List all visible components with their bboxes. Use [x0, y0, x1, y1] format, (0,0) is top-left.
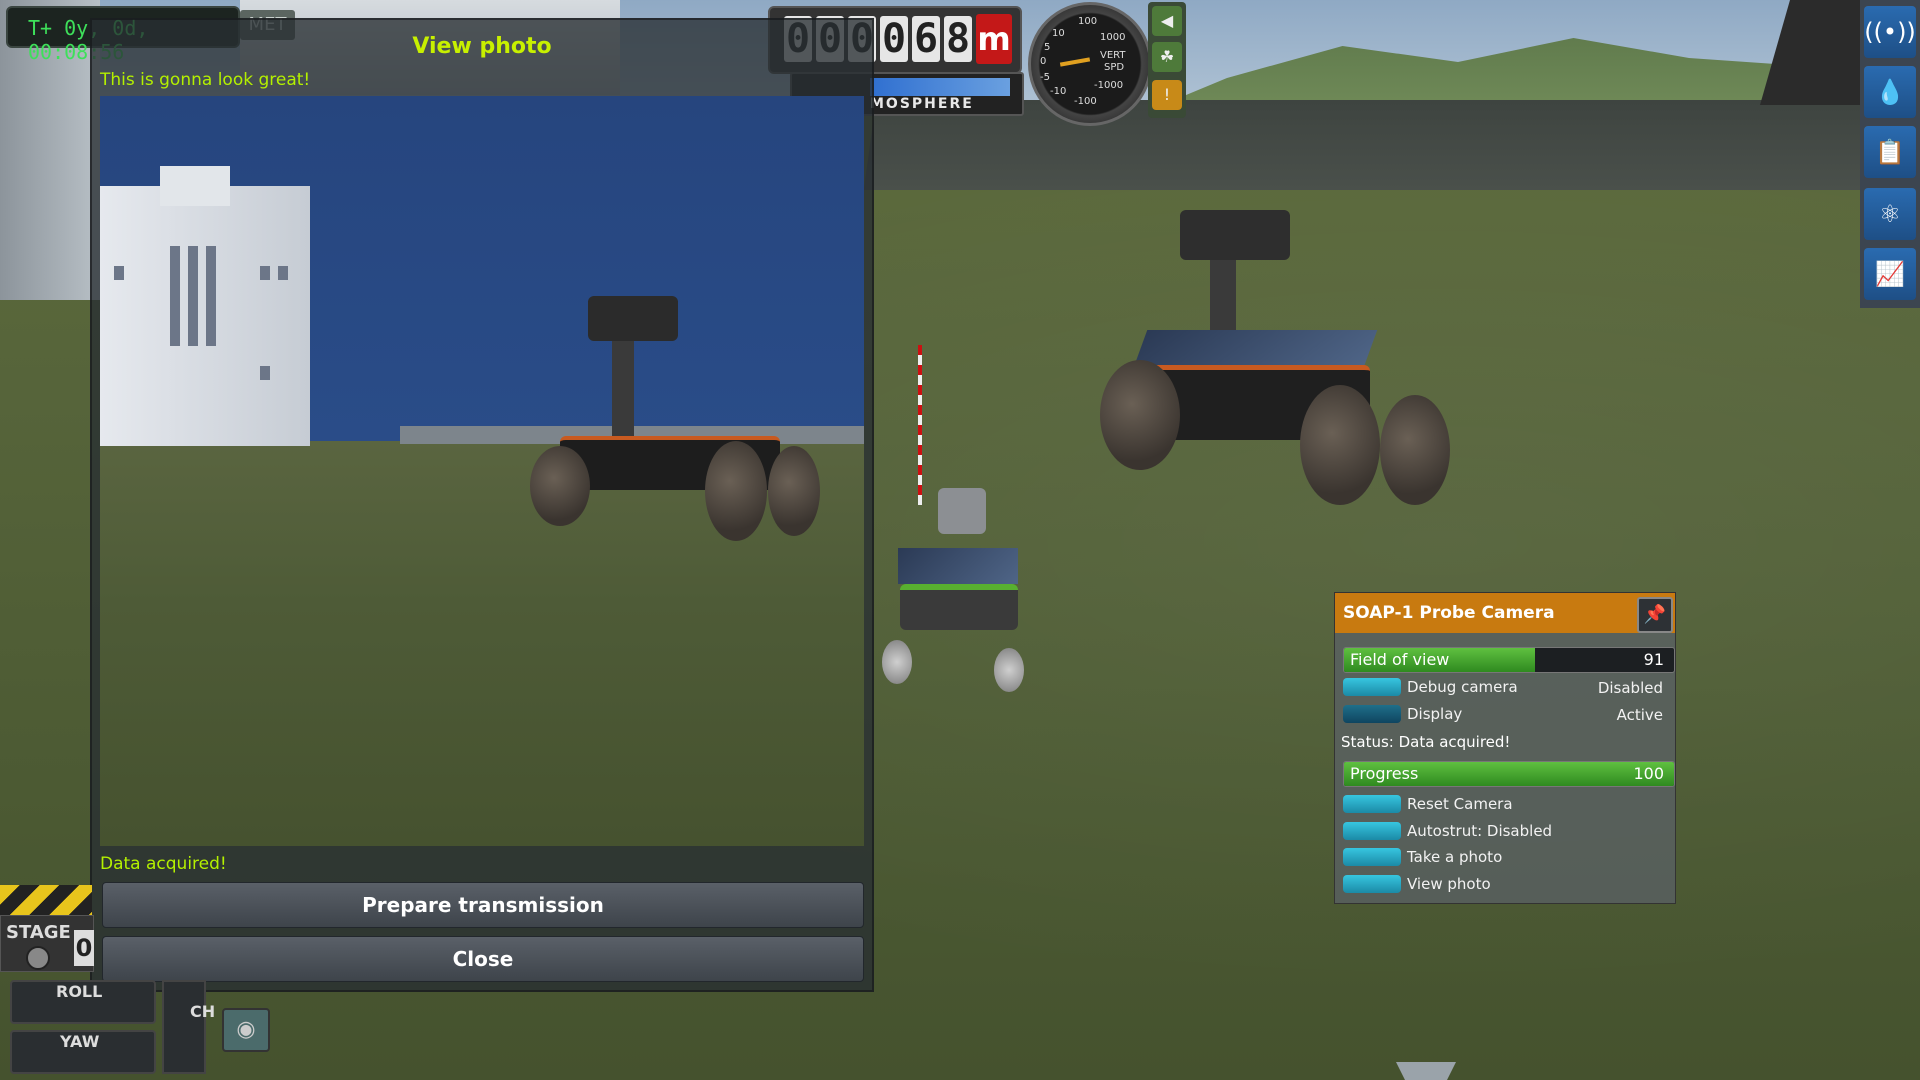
- rover-camera-head: [1180, 210, 1290, 260]
- debug-camera-label: Debug camera: [1407, 678, 1518, 696]
- part-menu-title: SOAP-1 Probe Camera: [1343, 603, 1555, 623]
- debug-camera-toggle[interactable]: Debug camera Disabled: [1341, 676, 1669, 698]
- photo-window: [260, 366, 270, 380]
- display-value: Active: [1616, 706, 1663, 724]
- speed-tick: -1000: [1094, 80, 1124, 91]
- photo-window: [170, 246, 180, 346]
- rover-wheel: [882, 640, 912, 684]
- display-label: Display: [1407, 705, 1463, 723]
- dialog-subtitle: This is gonna look great!: [100, 70, 311, 90]
- rover-solar-panel: [1132, 330, 1378, 370]
- field-of-view-label: Field of view: [1350, 650, 1450, 669]
- photo-rover-camera: [588, 296, 678, 341]
- action-button[interactable]: [1343, 848, 1401, 866]
- speed-tick: 10: [1052, 28, 1065, 39]
- field-of-view-value: 91: [1643, 650, 1664, 669]
- rover-wheel: [994, 648, 1024, 692]
- rover-wheel: [1300, 385, 1380, 505]
- toggle-button[interactable]: [1343, 678, 1401, 696]
- speed-label-spd: SPD: [1104, 62, 1125, 73]
- speed-tick: 1000: [1100, 32, 1126, 43]
- photo-rover-wheel: [530, 446, 590, 526]
- rover-solar-panel: [898, 548, 1018, 584]
- photo-window: [114, 266, 124, 280]
- part-menu-header[interactable]: SOAP-1 Probe Camera 📌: [1335, 593, 1675, 633]
- camera-status: Status: Data acquired!: [1341, 733, 1511, 751]
- pitch-indicator: [162, 980, 206, 1074]
- photo-building: [100, 186, 310, 446]
- reset-camera-action[interactable]: Reset Camera: [1341, 793, 1669, 815]
- field-of-view-slider[interactable]: Field of view 91: [1343, 647, 1675, 673]
- photo-rover-wheel: [705, 441, 767, 541]
- take-photo-label: Take a photo: [1407, 848, 1503, 866]
- app-launcher-toolbar: ((•)) 💧 📋 ⚛ 📈: [1860, 0, 1920, 308]
- antenna-signal-icon[interactable]: ((•)): [1864, 6, 1916, 58]
- crew-icon[interactable]: ☘: [1152, 42, 1182, 72]
- rover-wheel: [1380, 395, 1450, 505]
- rover-chassis: [900, 584, 1018, 630]
- progress-value: 100: [1633, 764, 1664, 783]
- photo-building-top: [160, 166, 230, 206]
- toggle-button[interactable]: [1343, 705, 1401, 723]
- speed-tick: -5: [1040, 72, 1050, 83]
- navball-toggle-icon[interactable]: ◉: [222, 1008, 270, 1052]
- action-button[interactable]: [1343, 822, 1401, 840]
- hazard-stripes: [0, 885, 92, 915]
- debug-camera-value: Disabled: [1597, 679, 1663, 697]
- close-button[interactable]: Close: [102, 936, 864, 982]
- roll-label: ROLL: [56, 982, 103, 1001]
- warning-icon[interactable]: !: [1152, 80, 1182, 110]
- rover-probe-core: [938, 488, 986, 534]
- altimeter-digit: 6: [912, 16, 940, 62]
- speed-tick: 100: [1078, 16, 1098, 27]
- atmosphere-label: MOSPHERE: [870, 96, 974, 112]
- navball-collapse-tab[interactable]: [1396, 1062, 1456, 1080]
- camera-photo: [100, 96, 864, 846]
- autostrut-label: Autostrut: Disabled: [1407, 822, 1553, 840]
- speed-tick: 5: [1044, 42, 1051, 53]
- speed-tick: -100: [1074, 96, 1097, 107]
- action-button[interactable]: [1343, 795, 1401, 813]
- rover-wheel: [1100, 360, 1180, 470]
- fuel-drop-icon[interactable]: 💧: [1864, 66, 1916, 118]
- reset-camera-label: Reset Camera: [1407, 795, 1513, 813]
- stage-label: STAGE: [6, 922, 71, 943]
- altimeter-digit: 0: [880, 16, 908, 62]
- action-button[interactable]: [1343, 875, 1401, 893]
- speed-tick: 0: [1040, 56, 1047, 67]
- rover-antenna: [918, 345, 922, 505]
- atmosphere-gauge-fill: [870, 78, 1010, 96]
- contracts-clipboard-icon[interactable]: 📋: [1864, 126, 1916, 178]
- stage-count: 0: [74, 930, 94, 966]
- science-icon[interactable]: ⚛: [1864, 188, 1916, 240]
- progress-label: Progress: [1350, 764, 1419, 783]
- kerbnet-icon[interactable]: 📈: [1864, 248, 1916, 300]
- pitch-label: CH: [190, 1004, 215, 1020]
- view-photo-action[interactable]: View photo: [1341, 873, 1669, 895]
- photo-window: [206, 246, 216, 346]
- dialog-status: Data acquired!: [100, 854, 227, 874]
- speed-tick: -10: [1050, 86, 1067, 97]
- photo-rover-wheel: [768, 446, 820, 536]
- speed-label-vert: VERT: [1100, 50, 1126, 61]
- view-photo-label: View photo: [1407, 875, 1491, 893]
- progress-bar: Progress 100: [1343, 761, 1675, 787]
- photo-window: [188, 246, 198, 346]
- dialog-title: View photo: [412, 34, 552, 59]
- stage-dial-icon: [26, 946, 50, 970]
- pin-icon[interactable]: 📌: [1637, 597, 1673, 633]
- photo-window: [278, 266, 288, 280]
- prepare-transmission-button[interactable]: Prepare transmission: [102, 882, 864, 928]
- take-photo-action[interactable]: Take a photo: [1341, 846, 1669, 868]
- photo-window: [260, 266, 270, 280]
- sound-icon[interactable]: ◀: [1152, 6, 1182, 36]
- display-toggle[interactable]: Display Active: [1341, 703, 1669, 725]
- view-photo-dialog[interactable]: View photo This is gonna look great! Dat…: [90, 18, 874, 992]
- part-action-menu[interactable]: SOAP-1 Probe Camera 📌 Field of view 91 D…: [1334, 592, 1676, 904]
- altitude-unit: m: [976, 14, 1012, 64]
- altimeter-digit: 8: [944, 16, 972, 62]
- yaw-label: YAW: [60, 1032, 100, 1051]
- autostrut-action[interactable]: Autostrut: Disabled: [1341, 820, 1669, 842]
